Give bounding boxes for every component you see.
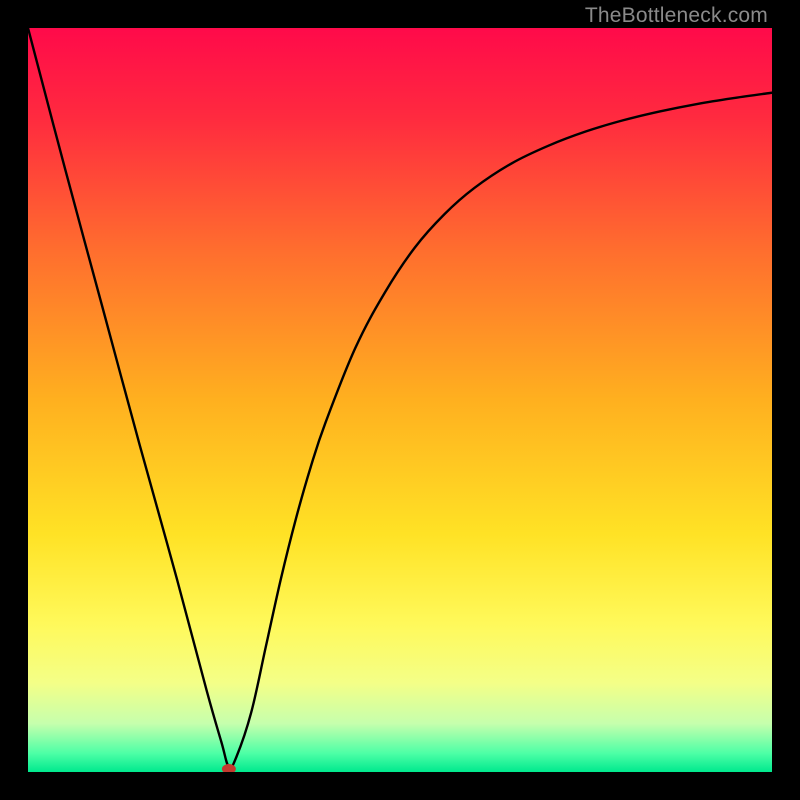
plot-frame [28, 28, 772, 772]
chart-curve-layer [28, 28, 772, 772]
bottleneck-curve [28, 28, 772, 768]
watermark-text: TheBottleneck.com [585, 4, 768, 28]
